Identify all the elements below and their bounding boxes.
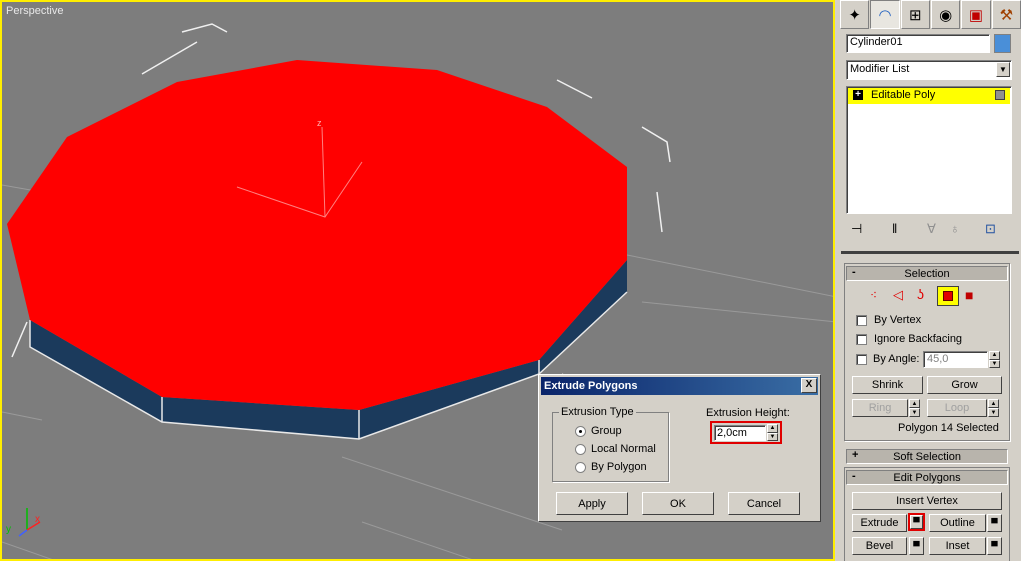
axis-y-label: y [6, 524, 11, 535]
axis-tripod: y x [6, 508, 41, 537]
by-vertex-checkbox[interactable] [856, 315, 867, 326]
by-angle-checkbox[interactable] [856, 354, 867, 365]
by-vertex-label: By Vertex [874, 314, 922, 326]
inset-button[interactable]: Inset [929, 537, 986, 555]
ok-button[interactable]: OK [642, 492, 714, 515]
dialog-close-button[interactable]: X [801, 378, 817, 393]
extrusion-height-spinner[interactable]: ▲ ▼ [767, 424, 778, 441]
loop-button[interactable]: Loop [927, 399, 987, 417]
utilities-tab[interactable]: ⚒ [991, 0, 1021, 29]
loop-spinner[interactable]: ▲ ▼ [988, 399, 999, 417]
insert-vertex-button[interactable]: Insert Vertex [852, 492, 1002, 510]
by-angle-label: By Angle: [873, 353, 920, 365]
modifier-list-dropdown[interactable]: Modifier List ▼ [846, 60, 1012, 80]
object-name-input[interactable]: Cylinder01 [846, 34, 990, 53]
subobject-level-row: ⁖ ◁ ʖ ■ [837, 286, 1021, 306]
remove-modifier-icon[interactable]: ♁ [950, 221, 960, 236]
stack-item-label: Editable Poly [871, 89, 936, 101]
stack-item-toggle-icon[interactable] [995, 90, 1005, 100]
selected-polygon-face[interactable] [7, 60, 627, 410]
outline-button[interactable]: Outline [929, 514, 986, 532]
extrusion-type-label: Extrusion Type [559, 406, 636, 418]
by-angle-spinner[interactable]: ▲ ▼ [989, 351, 1000, 368]
radio-local-normal[interactable] [575, 444, 586, 455]
extrude-polygons-dialog: Extrude Polygons X Extrusion Type Group … [538, 374, 821, 522]
extrude-settings-button[interactable]: ▀ [910, 515, 923, 529]
settings-window-icon: ▀ [991, 541, 998, 551]
radio-local-normal-label[interactable]: Local Normal [591, 443, 656, 455]
ignore-backfacing-checkbox[interactable] [856, 334, 867, 345]
polygon-icon[interactable] [937, 286, 959, 306]
dialog-title[interactable]: Extrude Polygons [541, 377, 818, 395]
command-panel-tabs: ✦ ◠ ⊞ ◉ ▣ ⚒ [837, 0, 1021, 30]
settings-window-icon: ▀ [991, 518, 998, 528]
border-icon[interactable]: ʖ [917, 286, 924, 302]
shrink-button[interactable]: Shrink [852, 376, 923, 394]
ring-button[interactable]: Ring [852, 399, 908, 417]
viewport-label[interactable]: Perspective [6, 5, 63, 17]
expand-plus-icon[interactable]: + [853, 90, 863, 100]
hammer-icon: ⚒ [999, 6, 1014, 24]
hierarchy-tab[interactable]: ⊞ [900, 0, 930, 29]
hierarchy-icon: ⊞ [909, 6, 922, 24]
element-icon[interactable]: ■ [965, 287, 973, 303]
axis-x-label: x [35, 514, 40, 525]
radio-by-polygon-label[interactable]: By Polygon [591, 461, 647, 473]
extrude-button[interactable]: Extrude [852, 514, 907, 532]
selection-rollout-header[interactable]: - Selection [846, 266, 1008, 281]
make-unique-icon[interactable]: ∀ [927, 221, 936, 237]
settings-window-icon: ▀ [913, 541, 920, 551]
by-angle-input[interactable]: 45,0 [923, 351, 988, 368]
stack-toolbar: ⊣ ‖ ∀ ♁ ⊡ [837, 218, 1021, 240]
radio-by-polygon[interactable] [575, 462, 586, 473]
soft-selection-rollout-header[interactable]: + Soft Selection [846, 449, 1008, 464]
modifier-stack[interactable]: + Editable Poly [846, 86, 1012, 214]
apply-button[interactable]: Apply [556, 492, 628, 515]
extrusion-height-label: Extrusion Height: [706, 407, 790, 419]
monitor-icon: ▣ [968, 6, 984, 24]
gizmo-z-label: z [317, 118, 322, 128]
star-wand-icon: ✦ [848, 6, 861, 24]
motion-tab[interactable]: ◉ [930, 0, 961, 29]
panel-divider [841, 251, 1019, 254]
wheel-icon: ◉ [939, 6, 953, 24]
bent-arc-icon: ◠ [878, 6, 892, 24]
configure-sets-icon[interactable]: ⊡ [985, 221, 996, 237]
bevel-button[interactable]: Bevel [852, 537, 907, 555]
perspective-viewport[interactable]: z y x Perspective Extrude Polygons X Ext… [0, 0, 835, 561]
pin-stack-icon[interactable]: ⊣ [851, 221, 862, 237]
object-color-swatch[interactable] [994, 34, 1011, 53]
vertex-icon[interactable]: ⁖ [870, 288, 877, 302]
modifier-list-label: Modifier List [850, 63, 910, 75]
create-tab[interactable]: ✦ [840, 0, 870, 29]
edit-polygons-rollout-header[interactable]: - Edit Polygons [846, 470, 1008, 485]
command-panel: ✦ ◠ ⊞ ◉ ▣ ⚒ Cylinder01 Modifier List ▼ +… [837, 0, 1021, 561]
radio-group-label[interactable]: Group [591, 425, 622, 437]
outline-settings-button[interactable]: ▀ [987, 514, 1002, 532]
settings-window-icon: ▀ [913, 517, 920, 527]
stack-item-editable-poly[interactable]: + Editable Poly [848, 88, 1010, 104]
inset-settings-button[interactable]: ▀ [987, 537, 1002, 555]
modify-tab[interactable]: ◠ [870, 0, 900, 29]
extrusion-height-input[interactable]: 2,0cm [714, 425, 766, 441]
ignore-backfacing-label: Ignore Backfacing [874, 333, 963, 345]
bevel-settings-button[interactable]: ▀ [909, 537, 924, 555]
display-tab[interactable]: ▣ [961, 0, 991, 29]
chevron-down-icon[interactable]: ▼ [996, 62, 1010, 77]
radio-group[interactable] [575, 426, 586, 437]
show-end-result-icon[interactable]: ‖ [892, 221, 897, 236]
edge-icon[interactable]: ◁ [893, 287, 903, 303]
grow-button[interactable]: Grow [927, 376, 1002, 394]
ring-spinner[interactable]: ▲ ▼ [909, 399, 920, 417]
cancel-button[interactable]: Cancel [728, 492, 800, 515]
selection-status: Polygon 14 Selected [898, 422, 999, 434]
